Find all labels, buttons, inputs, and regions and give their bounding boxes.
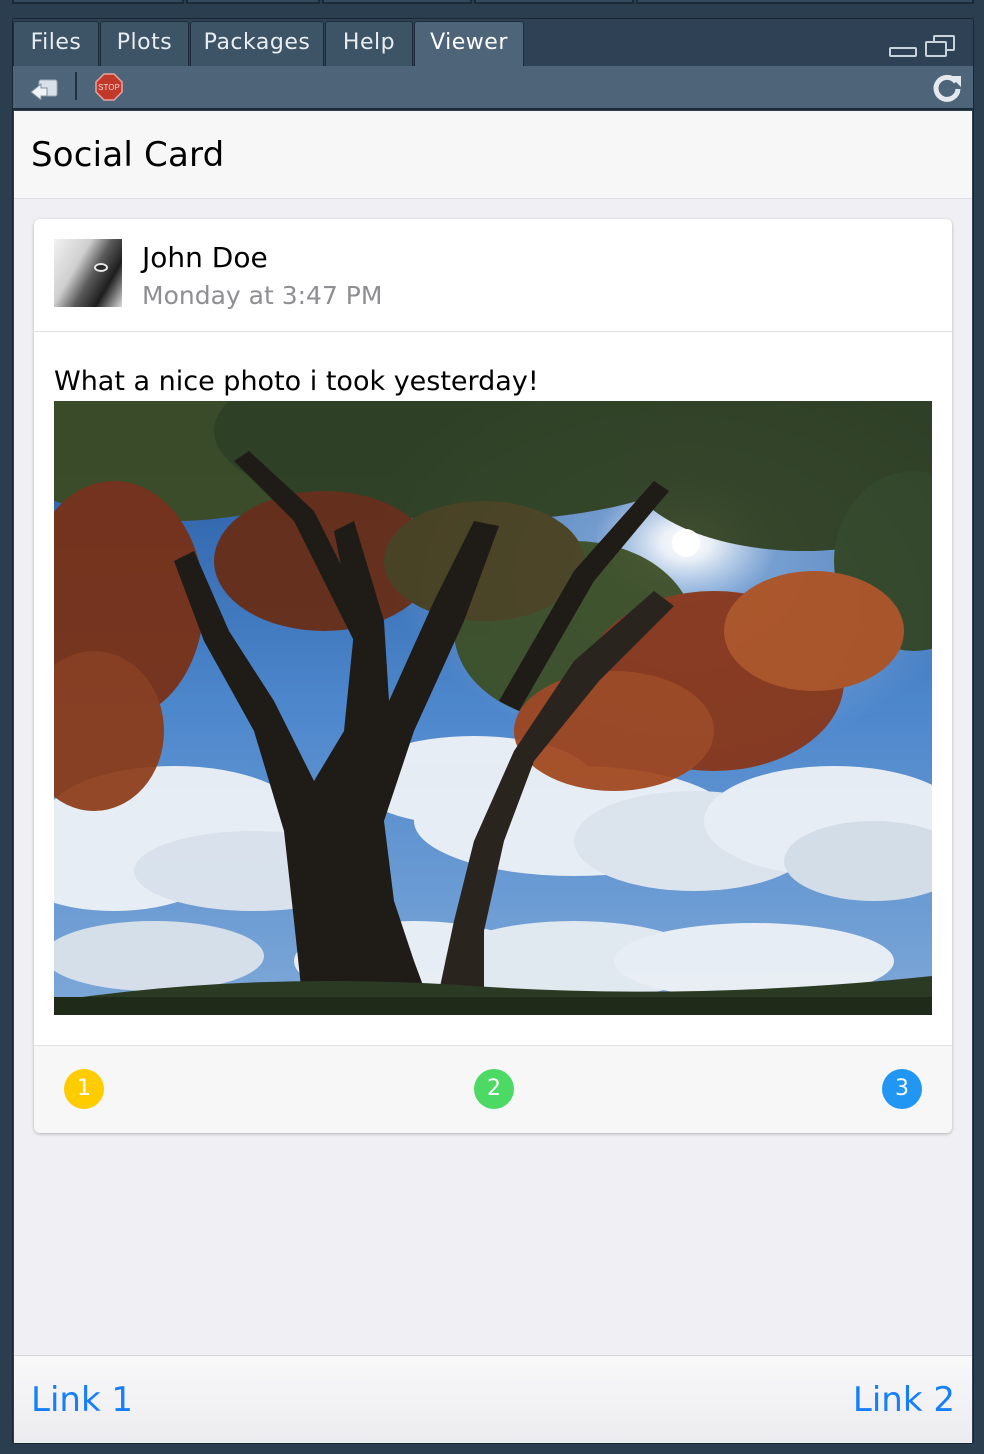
link-1[interactable]: Link 1 [31,1380,133,1420]
svg-text:STOP: STOP [98,83,120,92]
post-text: What a nice photo i took yesterday! [54,366,539,397]
top-pane-segment [474,0,634,4]
export-icon[interactable] [29,76,61,105]
footer-badge-3[interactable]: 3 [882,1069,922,1109]
top-pane-segment [636,0,974,4]
social-card: John Doe Monday at 3:47 PM What a nice p… [34,219,952,1133]
stop-icon[interactable]: STOP [95,73,123,106]
link-2[interactable]: Link 2 [853,1380,955,1420]
avatar [54,239,122,307]
pane-tabbar: Files Plots Packages Help Viewer [13,19,973,66]
card-header: John Doe Monday at 3:47 PM [34,219,952,332]
viewer-toolbar: STOP [13,66,973,110]
tree-photo-illustration [54,401,932,1015]
top-strip [0,0,984,6]
post-photo [54,401,932,1015]
viewer-content: Social Card John Doe Monday at 3:47 PM W… [14,111,972,1443]
page-title: Social Card [31,135,225,175]
author-name: John Doe [142,241,268,274]
post-date: Monday at 3:47 PM [142,281,383,310]
refresh-icon[interactable] [931,72,963,109]
top-pane-segment [12,0,184,4]
card-footer: 1 2 3 [34,1045,952,1133]
viewer-pane: Files Plots Packages Help Viewer STOP So… [12,18,974,1444]
bottom-toolbar: Link 1 Link 2 [14,1355,972,1443]
tab-packages[interactable]: Packages [190,21,324,66]
footer-badge-1[interactable]: 1 [64,1069,104,1109]
tab-viewer[interactable]: Viewer [414,21,524,66]
tab-help[interactable]: Help [325,21,413,66]
top-pane-segment [186,0,320,4]
minimize-pane-icon[interactable] [889,47,917,57]
top-pane-segment [322,0,472,4]
maximize-pane-icon[interactable] [925,35,955,57]
footer-badge-2[interactable]: 2 [474,1069,514,1109]
tab-files[interactable]: Files [13,21,99,66]
app-navbar: Social Card [14,111,972,199]
toolbar-separator [75,72,77,100]
tab-plots[interactable]: Plots [100,21,189,66]
